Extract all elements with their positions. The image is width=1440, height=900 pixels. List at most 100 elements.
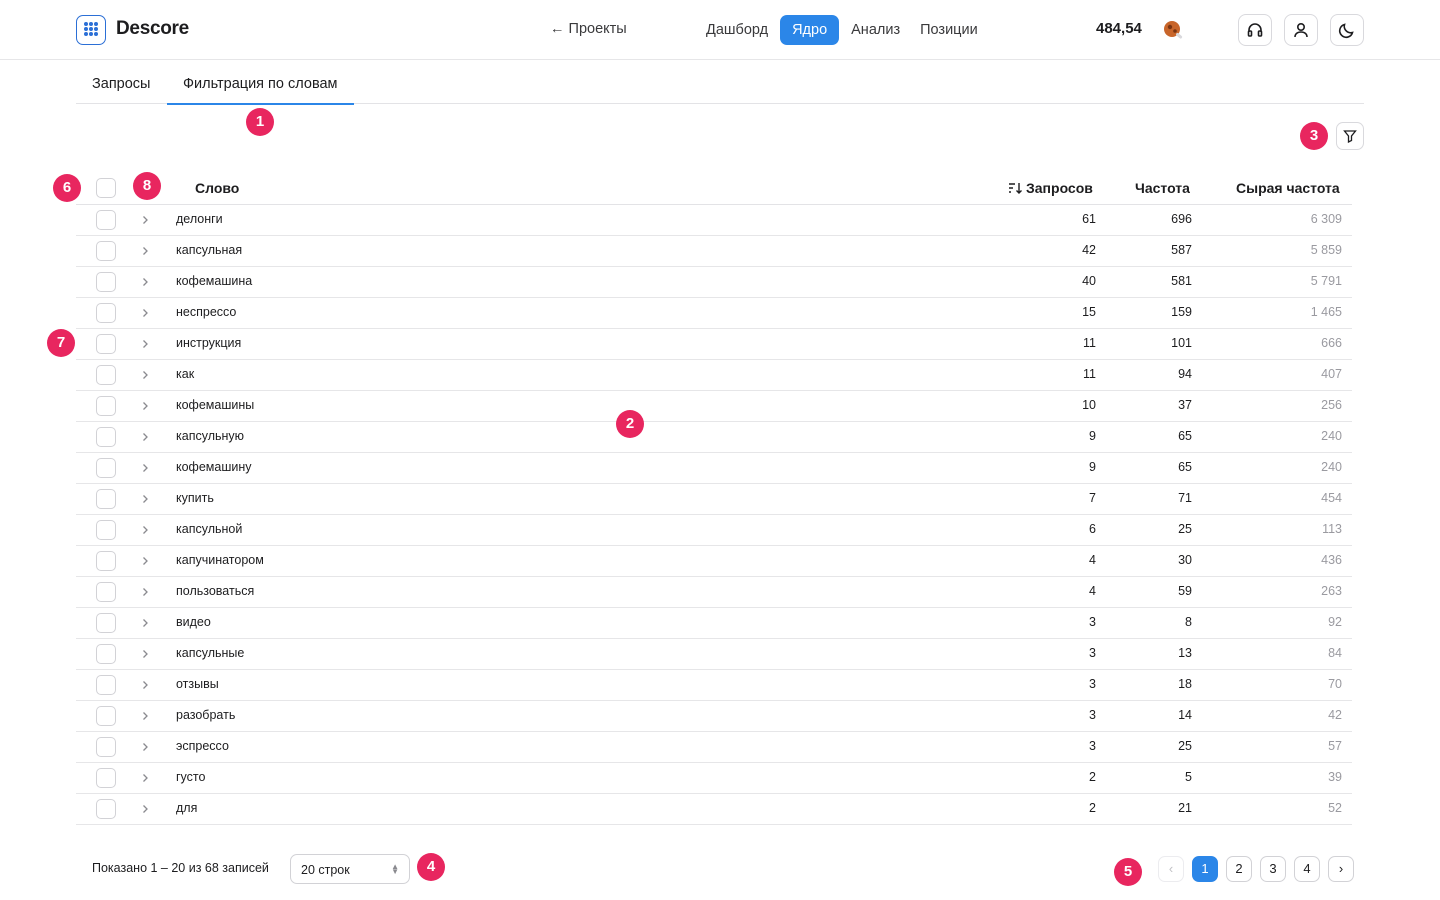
row-checkbox[interactable] [96,706,116,726]
expand-chevron-icon[interactable] [140,772,150,784]
table-row[interactable]: капучинатором 4 30 436 [76,546,1352,577]
row-checkbox[interactable] [96,396,116,416]
row-checkbox[interactable] [96,241,116,261]
nav-positions[interactable]: Позиции [912,15,986,45]
nav-analysis[interactable]: Анализ [843,15,908,45]
cell-word: кофемашину [176,460,252,474]
table-row[interactable]: кофемашина 40 581 5 791 [76,267,1352,298]
expand-chevron-icon[interactable] [140,524,150,536]
row-checkbox[interactable] [96,365,116,385]
table-row[interactable]: кофемашины 10 37 256 [76,391,1352,422]
row-checkbox[interactable] [96,613,116,633]
column-frequency[interactable]: Частота [1135,180,1190,196]
cell-frequency: 587 [1171,243,1192,257]
page-4-button[interactable]: 4 [1294,856,1320,882]
page-2-button[interactable]: 2 [1226,856,1252,882]
row-checkbox[interactable] [96,551,116,571]
column-word[interactable]: Слово [195,180,239,196]
filter-button[interactable] [1336,122,1364,150]
table-row[interactable]: неспрессо 15 159 1 465 [76,298,1352,329]
brand-name[interactable]: Descore [116,18,189,40]
expand-chevron-icon[interactable] [140,245,150,257]
row-checkbox[interactable] [96,675,116,695]
app-logo-icon[interactable] [76,15,106,45]
table-row[interactable]: кофемашину 9 65 240 [76,453,1352,484]
row-checkbox[interactable] [96,458,116,478]
expand-chevron-icon[interactable] [140,493,150,505]
theme-toggle-button[interactable] [1330,14,1364,46]
rows-per-page-select[interactable]: 20 строк ▲ ▼ [290,854,410,884]
column-requests[interactable]: Запросов [1008,180,1093,196]
expand-chevron-icon[interactable] [140,214,150,226]
table-row[interactable]: разобрать 3 14 42 [76,701,1352,732]
support-button[interactable] [1238,14,1272,46]
cell-requests: 9 [1089,429,1096,443]
expand-chevron-icon[interactable] [140,307,150,319]
row-checkbox[interactable] [96,489,116,509]
tab-queries[interactable]: Запросы [92,76,150,92]
expand-chevron-icon[interactable] [140,803,150,815]
expand-chevron-icon[interactable] [140,555,150,567]
cell-raw-frequency: 6 309 [1310,212,1342,226]
expand-chevron-icon[interactable] [140,462,150,474]
row-checkbox[interactable] [96,272,116,292]
expand-chevron-icon[interactable] [140,586,150,598]
table-row[interactable]: капсульные 3 13 84 [76,639,1352,670]
user-icon [1294,22,1308,38]
expand-chevron-icon[interactable] [140,338,150,350]
expand-chevron-icon[interactable] [140,431,150,443]
expand-chevron-icon[interactable] [140,710,150,722]
row-checkbox[interactable] [96,644,116,664]
row-checkbox[interactable] [96,768,116,788]
tab-word-filter[interactable]: Фильтрация по словам [183,76,338,92]
row-checkbox[interactable] [96,737,116,757]
table-row[interactable]: эспрессо 3 25 57 [76,732,1352,763]
expand-chevron-icon[interactable] [140,741,150,753]
cell-requests: 4 [1089,553,1096,567]
expand-chevron-icon[interactable] [140,276,150,288]
cell-requests: 3 [1089,739,1096,753]
column-raw-frequency[interactable]: Сырая частота [1236,180,1340,196]
expand-chevron-icon[interactable] [140,400,150,412]
select-all-checkbox[interactable] [96,178,116,198]
expand-chevron-icon[interactable] [140,679,150,691]
row-checkbox[interactable] [96,520,116,540]
annotation-badge-3: 3 [1300,122,1328,150]
cell-word: эспрессо [176,739,229,753]
row-checkbox[interactable] [96,210,116,230]
table-row[interactable]: инструкция 11 101 666 [76,329,1352,360]
expand-chevron-icon[interactable] [140,648,150,660]
table-row[interactable]: видео 3 8 92 [76,608,1352,639]
row-checkbox[interactable] [96,799,116,819]
profile-button[interactable] [1284,14,1318,46]
table-row[interactable]: капсульная 42 587 5 859 [76,236,1352,267]
table-row[interactable]: делонги 61 696 6 309 [76,205,1352,236]
cell-raw-frequency: 666 [1321,336,1342,350]
expand-chevron-icon[interactable] [140,369,150,381]
row-checkbox[interactable] [96,427,116,447]
page-1-button[interactable]: 1 [1192,856,1218,882]
nav-dashboard[interactable]: Дашборд [698,15,776,45]
table-row[interactable]: как 11 94 407 [76,360,1352,391]
cell-requests: 10 [1082,398,1096,412]
prev-page-button[interactable]: ‹ [1158,856,1184,882]
cell-requests: 40 [1082,274,1096,288]
table-row[interactable]: отзывы 3 18 70 [76,670,1352,701]
row-checkbox[interactable] [96,334,116,354]
table-row[interactable]: капсульную 9 65 240 [76,422,1352,453]
page-3-button[interactable]: 3 [1260,856,1286,882]
nav-core[interactable]: Ядро [780,15,840,45]
row-checkbox[interactable] [96,303,116,323]
table-row[interactable]: купить 7 71 454 [76,484,1352,515]
table-row[interactable]: густо 2 5 39 [76,763,1352,794]
rows-per-page-value: 20 строк [301,863,350,877]
cell-raw-frequency: 70 [1328,677,1342,691]
expand-chevron-icon[interactable] [140,617,150,629]
back-to-projects-link[interactable]: ← Проекты [550,21,627,37]
cell-frequency: 8 [1185,615,1192,629]
next-page-button[interactable]: › [1328,856,1354,882]
table-row[interactable]: для 2 21 52 [76,794,1352,825]
table-row[interactable]: пользоваться 4 59 263 [76,577,1352,608]
row-checkbox[interactable] [96,582,116,602]
table-row[interactable]: капсульной 6 25 113 [76,515,1352,546]
